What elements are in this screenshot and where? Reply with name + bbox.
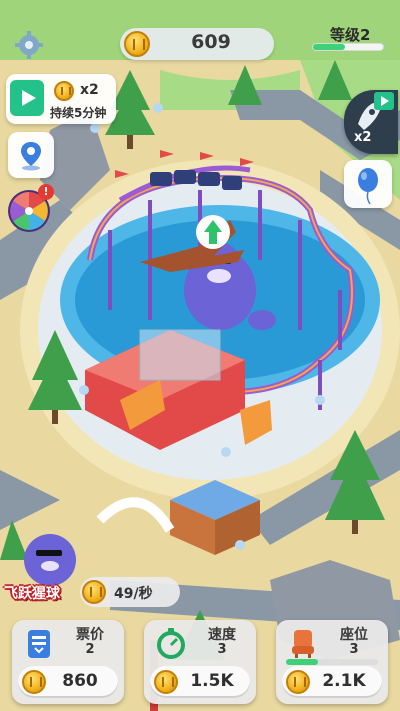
coin-icon bbox=[54, 81, 74, 101]
speed-label: 速度 bbox=[208, 627, 236, 643]
map-location-button[interactable] bbox=[8, 132, 54, 178]
upgrade-speed-button[interactable]: 1.5K bbox=[150, 666, 250, 698]
ticket-price-card: 票价 2 860 bbox=[12, 620, 124, 704]
level-label: 等级2 bbox=[330, 26, 371, 44]
lucky-wheel-button[interactable]: ! bbox=[6, 184, 54, 234]
upgrade-seat-button[interactable]: 2.1K bbox=[282, 666, 382, 698]
ticket-price-label: 票价 bbox=[76, 627, 104, 643]
speed-boost-button[interactable]: x2 bbox=[344, 90, 398, 154]
seat-cost: 2.1K bbox=[322, 671, 366, 691]
balloon-button[interactable] bbox=[344, 160, 392, 208]
balloon-icon bbox=[358, 168, 378, 205]
video-duration: 持续5分钟 bbox=[50, 106, 107, 120]
video-income-boost-button[interactable]: x2 持续5分钟 bbox=[6, 74, 116, 124]
income-rate: 49/秒 bbox=[114, 586, 153, 602]
level-progress-fill bbox=[313, 44, 345, 50]
speed-card: 速度 3 1.5K bbox=[144, 620, 256, 704]
seat-label: 座位 bbox=[340, 627, 368, 643]
ticket-price-value: 2 bbox=[85, 642, 95, 657]
upgrade-ticket-price-button[interactable]: 860 bbox=[18, 666, 118, 698]
video-play-icon bbox=[10, 80, 44, 116]
ride-name: 飞跃猩球 bbox=[4, 586, 60, 602]
coin-icon bbox=[124, 31, 150, 57]
level-indicator: 等级2 bbox=[310, 24, 390, 54]
coin-balance: 609 bbox=[120, 28, 274, 60]
speed-value: 3 bbox=[217, 642, 227, 657]
seat-value: 3 bbox=[349, 642, 359, 657]
seat-card: 座位 3 2.1K bbox=[276, 620, 388, 704]
coin-icon bbox=[154, 670, 178, 694]
speed-cost: 1.5K bbox=[190, 671, 234, 691]
map-pin-icon bbox=[21, 142, 41, 171]
video-play-icon bbox=[374, 92, 394, 110]
coin-icon bbox=[82, 580, 106, 604]
coin-amount: 609 bbox=[191, 31, 231, 53]
settings-gear-icon[interactable] bbox=[14, 30, 44, 60]
coin-icon bbox=[286, 670, 310, 694]
speed-icon bbox=[157, 628, 185, 659]
coin-icon bbox=[22, 670, 46, 694]
seat-progress-fill bbox=[286, 659, 319, 665]
wheel-alert-badge: ! bbox=[38, 184, 54, 200]
level-progress-bar bbox=[312, 43, 384, 51]
ticket-icon bbox=[28, 630, 50, 658]
ticket-price-cost: 860 bbox=[62, 671, 98, 691]
seat-progress-bar bbox=[286, 659, 378, 665]
video-multiplier: x2 bbox=[80, 82, 99, 98]
ride-income: 49/秒 bbox=[80, 577, 180, 607]
boost-multiplier: x2 bbox=[354, 130, 372, 145]
seat-icon bbox=[292, 630, 314, 658]
